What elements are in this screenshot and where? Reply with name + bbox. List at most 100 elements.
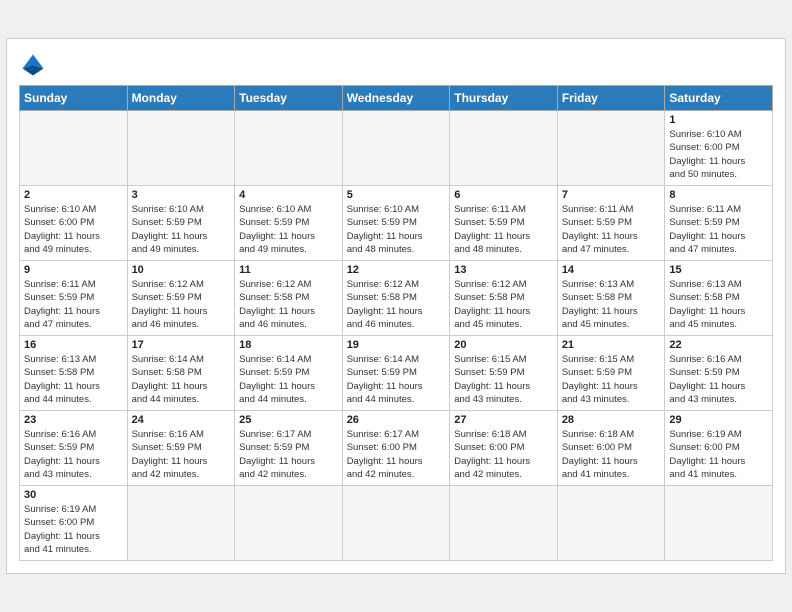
- cell-date-number: 21: [562, 339, 661, 351]
- cell-date-number: 16: [24, 339, 123, 351]
- cell-sun-info: Sunrise: 6:12 AM Sunset: 5:59 PM Dayligh…: [132, 278, 231, 331]
- calendar-cell: 18 Sunrise: 6:14 AM Sunset: 5:59 PM Dayli…: [235, 336, 343, 411]
- calendar-cell: [450, 486, 558, 561]
- calendar-cell: [342, 111, 450, 186]
- calendar-cell: 6 Sunrise: 6:11 AM Sunset: 5:59 PM Daylig…: [450, 186, 558, 261]
- calendar-cell: 25 Sunrise: 6:17 AM Sunset: 5:59 PM Dayli…: [235, 411, 343, 486]
- calendar-table: SundayMondayTuesdayWednesdayThursdayFrid…: [19, 85, 773, 561]
- calendar-cell: [557, 486, 665, 561]
- cell-date-number: 9: [24, 264, 123, 276]
- calendar-cell: 21 Sunrise: 6:15 AM Sunset: 5:59 PM Dayli…: [557, 336, 665, 411]
- cell-sun-info: Sunrise: 6:13 AM Sunset: 5:58 PM Dayligh…: [24, 353, 123, 406]
- cell-date-number: 8: [669, 189, 768, 201]
- calendar-cell: 26 Sunrise: 6:17 AM Sunset: 6:00 PM Dayli…: [342, 411, 450, 486]
- cell-sun-info: Sunrise: 6:11 AM Sunset: 5:59 PM Dayligh…: [562, 203, 661, 256]
- cell-date-number: 14: [562, 264, 661, 276]
- calendar-header-row: SundayMondayTuesdayWednesdayThursdayFrid…: [20, 86, 773, 111]
- cell-date-number: 17: [132, 339, 231, 351]
- cell-sun-info: Sunrise: 6:14 AM Sunset: 5:58 PM Dayligh…: [132, 353, 231, 406]
- cell-sun-info: Sunrise: 6:16 AM Sunset: 5:59 PM Dayligh…: [132, 428, 231, 481]
- cell-date-number: 18: [239, 339, 338, 351]
- cell-date-number: 23: [24, 414, 123, 426]
- cell-sun-info: Sunrise: 6:11 AM Sunset: 5:59 PM Dayligh…: [669, 203, 768, 256]
- calendar-cell: 23 Sunrise: 6:16 AM Sunset: 5:59 PM Dayli…: [20, 411, 128, 486]
- cell-date-number: 11: [239, 264, 338, 276]
- cell-sun-info: Sunrise: 6:10 AM Sunset: 6:00 PM Dayligh…: [669, 128, 768, 181]
- cell-date-number: 10: [132, 264, 231, 276]
- cell-date-number: 25: [239, 414, 338, 426]
- cell-sun-info: Sunrise: 6:15 AM Sunset: 5:59 PM Dayligh…: [562, 353, 661, 406]
- cell-date-number: 26: [347, 414, 446, 426]
- cell-date-number: 5: [347, 189, 446, 201]
- cell-sun-info: Sunrise: 6:12 AM Sunset: 5:58 PM Dayligh…: [239, 278, 338, 331]
- weekday-sunday: Sunday: [20, 86, 128, 111]
- cell-sun-info: Sunrise: 6:15 AM Sunset: 5:59 PM Dayligh…: [454, 353, 553, 406]
- cell-sun-info: Sunrise: 6:16 AM Sunset: 5:59 PM Dayligh…: [24, 428, 123, 481]
- cell-date-number: 27: [454, 414, 553, 426]
- cell-sun-info: Sunrise: 6:10 AM Sunset: 5:59 PM Dayligh…: [347, 203, 446, 256]
- calendar-cell: 9 Sunrise: 6:11 AM Sunset: 5:59 PM Daylig…: [20, 261, 128, 336]
- calendar-cell: 30 Sunrise: 6:19 AM Sunset: 6:00 PM Dayli…: [20, 486, 128, 561]
- cell-date-number: 24: [132, 414, 231, 426]
- cell-sun-info: Sunrise: 6:19 AM Sunset: 6:00 PM Dayligh…: [24, 503, 123, 556]
- cell-date-number: 30: [24, 489, 123, 501]
- cell-sun-info: Sunrise: 6:19 AM Sunset: 6:00 PM Dayligh…: [669, 428, 768, 481]
- calendar-body: 1 Sunrise: 6:10 AM Sunset: 6:00 PM Daylig…: [20, 111, 773, 561]
- calendar-cell: 12 Sunrise: 6:12 AM Sunset: 5:58 PM Dayli…: [342, 261, 450, 336]
- logo: [19, 51, 51, 79]
- calendar-cell: [20, 111, 128, 186]
- calendar-cell: 19Sunrise: 6:14 AM Sunset: 5:59 PM Dayli…: [342, 336, 450, 411]
- cell-date-number: 29: [669, 414, 768, 426]
- cell-date-number: 20: [454, 339, 553, 351]
- calendar-cell: 14 Sunrise: 6:13 AM Sunset: 5:58 PM Dayli…: [557, 261, 665, 336]
- cell-date-number: 15: [669, 264, 768, 276]
- calendar-week-row: 30 Sunrise: 6:19 AM Sunset: 6:00 PM Dayli…: [20, 486, 773, 561]
- cell-sun-info: Sunrise: 6:11 AM Sunset: 5:59 PM Dayligh…: [454, 203, 553, 256]
- cell-sun-info: Sunrise: 6:13 AM Sunset: 5:58 PM Dayligh…: [562, 278, 661, 331]
- calendar-cell: 16 Sunrise: 6:13 AM Sunset: 5:58 PM Dayli…: [20, 336, 128, 411]
- cell-date-number: 28: [562, 414, 661, 426]
- calendar-cell: 13Sunrise: 6:12 AM Sunset: 5:58 PM Dayli…: [450, 261, 558, 336]
- calendar-cell: 29 Sunrise: 6:19 AM Sunset: 6:00 PM Dayli…: [665, 411, 773, 486]
- calendar-cell: 17 Sunrise: 6:14 AM Sunset: 5:58 PM Dayli…: [127, 336, 235, 411]
- calendar-cell: [342, 486, 450, 561]
- calendar-cell: [235, 111, 343, 186]
- calendar-cell: 5 Sunrise: 6:10 AM Sunset: 5:59 PM Daylig…: [342, 186, 450, 261]
- calendar-header: [19, 51, 773, 79]
- cell-sun-info: Sunrise: 6:17 AM Sunset: 5:59 PM Dayligh…: [239, 428, 338, 481]
- cell-sun-info: Sunrise: 6:10 AM Sunset: 5:59 PM Dayligh…: [239, 203, 338, 256]
- calendar-week-row: 1 Sunrise: 6:10 AM Sunset: 6:00 PM Daylig…: [20, 111, 773, 186]
- cell-sun-info: Sunrise: 6:12 AM Sunset: 5:58 PM Dayligh…: [347, 278, 446, 331]
- cell-date-number: 6: [454, 189, 553, 201]
- cell-sun-info: Sunrise: 6:17 AM Sunset: 6:00 PM Dayligh…: [347, 428, 446, 481]
- cell-sun-info: Sunrise: 6:11 AM Sunset: 5:59 PM Dayligh…: [24, 278, 123, 331]
- cell-sun-info: Sunrise: 6:18 AM Sunset: 6:00 PM Dayligh…: [562, 428, 661, 481]
- calendar-week-row: 9 Sunrise: 6:11 AM Sunset: 5:59 PM Daylig…: [20, 261, 773, 336]
- cell-date-number: 3: [132, 189, 231, 201]
- calendar-cell: 15Sunrise: 6:13 AM Sunset: 5:58 PM Dayli…: [665, 261, 773, 336]
- calendar-cell: 7 Sunrise: 6:11 AM Sunset: 5:59 PM Daylig…: [557, 186, 665, 261]
- cell-date-number: 1: [669, 114, 768, 126]
- calendar-cell: 11 Sunrise: 6:12 AM Sunset: 5:58 PM Dayli…: [235, 261, 343, 336]
- cell-date-number: 2: [24, 189, 123, 201]
- cell-date-number: 7: [562, 189, 661, 201]
- weekday-thursday: Thursday: [450, 86, 558, 111]
- calendar-cell: [127, 111, 235, 186]
- cell-sun-info: Sunrise: 6:10 AM Sunset: 5:59 PM Dayligh…: [132, 203, 231, 256]
- cell-sun-info: Sunrise: 6:14 AM Sunset: 5:59 PM Dayligh…: [239, 353, 338, 406]
- calendar-cell: 20 Sunrise: 6:15 AM Sunset: 5:59 PM Dayli…: [450, 336, 558, 411]
- weekday-friday: Friday: [557, 86, 665, 111]
- calendar-cell: 1 Sunrise: 6:10 AM Sunset: 6:00 PM Daylig…: [665, 111, 773, 186]
- calendar-cell: 27 Sunrise: 6:18 AM Sunset: 6:00 PM Dayli…: [450, 411, 558, 486]
- weekday-saturday: Saturday: [665, 86, 773, 111]
- weekday-wednesday: Wednesday: [342, 86, 450, 111]
- cell-sun-info: Sunrise: 6:18 AM Sunset: 6:00 PM Dayligh…: [454, 428, 553, 481]
- cell-date-number: 12: [347, 264, 446, 276]
- weekday-monday: Monday: [127, 86, 235, 111]
- calendar-week-row: 2 Sunrise: 6:10 AM Sunset: 6:00 PM Daylig…: [20, 186, 773, 261]
- cell-date-number: 13: [454, 264, 553, 276]
- calendar-cell: 8 Sunrise: 6:11 AM Sunset: 5:59 PM Daylig…: [665, 186, 773, 261]
- cell-sun-info: Sunrise: 6:10 AM Sunset: 6:00 PM Dayligh…: [24, 203, 123, 256]
- cell-date-number: 22: [669, 339, 768, 351]
- cell-sun-info: Sunrise: 6:14 AM Sunset: 5:59 PM Dayligh…: [347, 353, 446, 406]
